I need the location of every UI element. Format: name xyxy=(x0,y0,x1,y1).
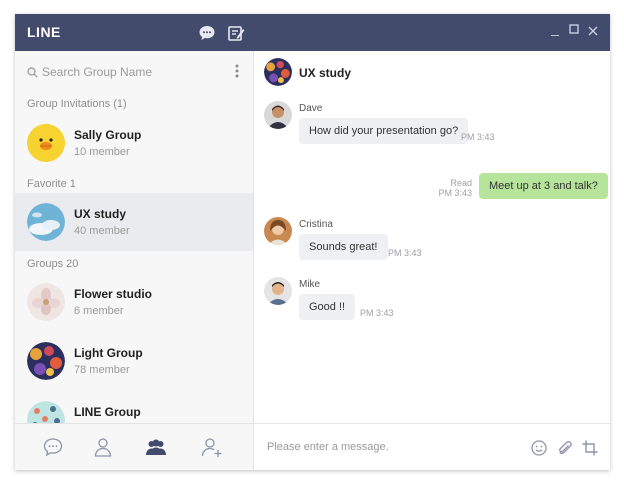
item-member-count: 78 member xyxy=(74,364,130,376)
message-bubble-mine[interactable]: Meet up at 3 and talk? xyxy=(479,173,608,199)
pattern-avatar-icon xyxy=(27,401,65,423)
compose-icon[interactable] xyxy=(227,24,245,42)
sky-clouds-avatar-icon xyxy=(27,203,65,241)
message-time: PM 3:43 xyxy=(388,248,422,258)
friend-icon[interactable] xyxy=(92,436,114,458)
list-item-flower-studio[interactable]: Flower studio 6 member xyxy=(15,273,253,331)
sender-name: Dave xyxy=(299,103,323,114)
avatar xyxy=(27,342,65,380)
read-receipt: Read xyxy=(450,178,472,188)
item-name: LINE Group xyxy=(74,405,141,419)
group-icon[interactable] xyxy=(145,436,167,458)
chat-title: UX study xyxy=(299,66,352,80)
maximize-button[interactable] xyxy=(567,23,581,37)
person-avatar-icon xyxy=(264,277,292,305)
avatar-dave[interactable] xyxy=(264,101,292,129)
close-icon xyxy=(588,26,598,36)
chat-header: UX study xyxy=(254,51,610,91)
item-member-count: 10 member xyxy=(74,146,130,158)
sender-name: Mike xyxy=(299,279,321,290)
flower-avatar-icon xyxy=(27,283,65,321)
line-window: LINE _ Search Group Name Group Invitatio… xyxy=(15,14,610,470)
list-item-ux-study[interactable]: UX study 40 member xyxy=(15,193,253,251)
crop-icon[interactable] xyxy=(581,439,599,457)
avatar-mike[interactable] xyxy=(264,277,292,305)
search-placeholder: Search Group Name xyxy=(42,65,153,79)
minimize-button[interactable]: _ xyxy=(548,20,562,36)
person-avatar-icon xyxy=(264,101,292,129)
item-name: Light Group xyxy=(74,346,143,360)
message-bubble[interactable]: How did your presentation go? xyxy=(299,118,469,144)
app-logo: LINE xyxy=(27,24,61,40)
message-time: PM 3:43 xyxy=(461,132,495,142)
item-name: Flower studio xyxy=(74,287,152,301)
message-input[interactable]: Please enter a message. xyxy=(267,441,389,453)
item-member-count: 40 member xyxy=(74,225,130,237)
list-item-line-group[interactable]: LINE Group xyxy=(15,391,253,423)
section-groups: Groups 20 xyxy=(27,258,79,270)
avatar xyxy=(27,124,65,162)
message-time: PM 3:43 xyxy=(438,188,472,198)
bokeh-lights-avatar-icon xyxy=(264,58,292,86)
close-button[interactable] xyxy=(586,25,600,39)
emoji-icon[interactable] xyxy=(530,439,548,457)
avatar xyxy=(27,401,65,423)
bottom-nav xyxy=(15,423,253,470)
message-meta: Read PM 3:43 xyxy=(434,178,472,198)
avatar xyxy=(27,203,65,241)
group-list-pane: Search Group Name Group Invitations (1) … xyxy=(15,51,254,470)
sender-name: Cristina xyxy=(299,219,333,230)
search-input[interactable]: Search Group Name xyxy=(27,65,152,79)
list-item-sally-group[interactable]: Sally Group 10 member xyxy=(15,114,253,172)
section-group-invitations: Group Invitations (1) xyxy=(27,98,127,110)
chat-bubble-icon[interactable] xyxy=(198,24,216,42)
message-bubble[interactable]: Sounds great! xyxy=(299,234,388,260)
item-name: UX study xyxy=(74,207,127,221)
bokeh-lights-avatar-icon xyxy=(27,342,65,380)
avatar-cristina[interactable] xyxy=(264,217,292,245)
message-time: PM 3:43 xyxy=(360,308,394,318)
message-composer[interactable]: Please enter a message. xyxy=(254,423,610,470)
section-favorite: Favorite 1 xyxy=(27,178,76,190)
maximize-icon xyxy=(569,24,579,34)
add-friend-icon[interactable] xyxy=(201,436,223,458)
more-options-icon[interactable] xyxy=(235,63,239,79)
list-item-light-group[interactable]: Light Group 78 member xyxy=(15,332,253,390)
chat-icon[interactable] xyxy=(42,436,64,458)
chat-pane: UX study Dave How did your presentation … xyxy=(254,51,610,470)
title-bar: LINE _ xyxy=(15,14,610,51)
chat-avatar xyxy=(264,58,292,86)
message-bubble[interactable]: Good !! xyxy=(299,294,356,320)
item-name: Sally Group xyxy=(74,128,142,142)
item-member-count: 6 member xyxy=(74,305,124,317)
sally-avatar-icon xyxy=(27,124,65,162)
attach-icon[interactable] xyxy=(556,439,574,457)
avatar xyxy=(27,283,65,321)
search-icon xyxy=(27,67,38,78)
person-avatar-icon xyxy=(264,217,292,245)
